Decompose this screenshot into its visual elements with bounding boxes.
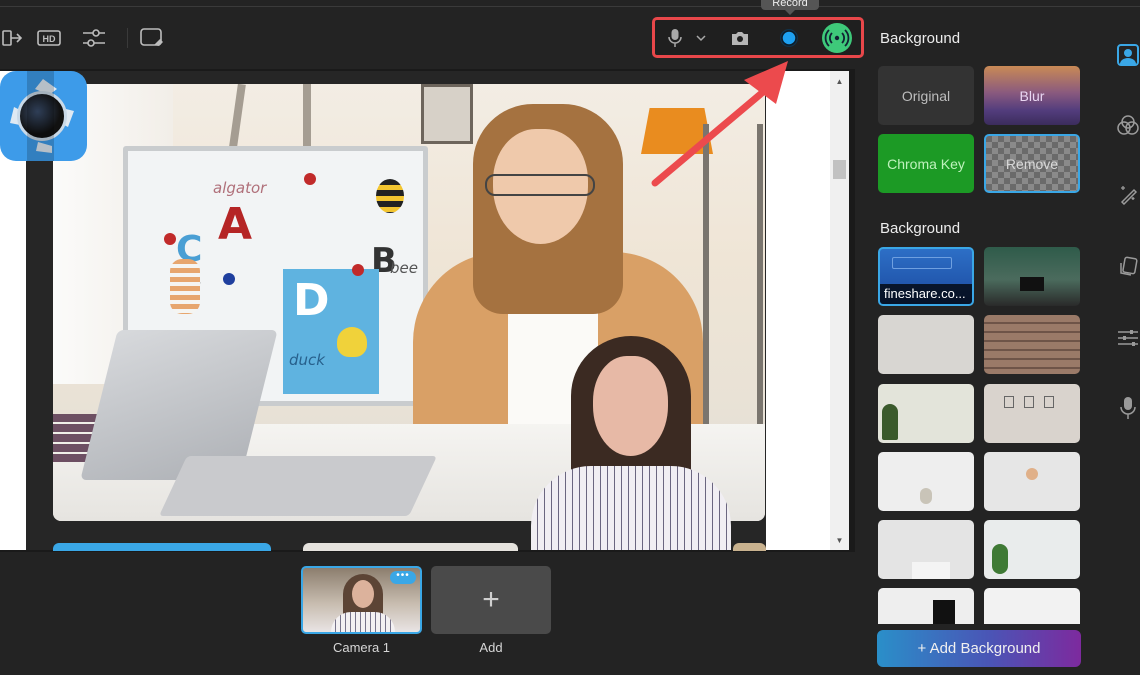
camera-thumb-body <box>331 612 395 632</box>
background-thumb-clock[interactable] <box>984 452 1080 511</box>
mode-chroma-key-label: Chroma Key <box>887 155 965 172</box>
wall-frame <box>421 84 473 144</box>
background-thumb-frames[interactable] <box>984 384 1080 443</box>
stage-scrollbar[interactable]: ▲ ▼ <box>830 71 849 550</box>
card-word-duck: duck <box>289 351 325 369</box>
easel-leg <box>303 84 311 154</box>
microphone-settings-icon[interactable] <box>1116 396 1140 420</box>
mode-remove-label: Remove <box>1005 155 1059 172</box>
exit-icon[interactable] <box>0 26 26 50</box>
source-camera-1[interactable]: ••• <box>301 566 422 634</box>
easel-leg <box>228 84 246 155</box>
tooltip-tail <box>785 10 795 15</box>
overlay-face <box>593 356 668 456</box>
scrollbar-thumb[interactable] <box>833 160 846 179</box>
eraser-canvas-icon[interactable] <box>139 26 165 50</box>
thumb-frame <box>1004 396 1014 408</box>
source-label-camera-1: Camera 1 <box>332 640 391 655</box>
top-divider <box>0 6 1140 7</box>
background-thumb-shelf-plant[interactable] <box>984 520 1080 579</box>
background-thumb-blackboard[interactable] <box>878 588 974 624</box>
mode-remove[interactable]: Remove <box>984 134 1080 193</box>
background-thumb-plant-wall[interactable] <box>878 384 974 443</box>
app-window: HD Record algator A C B bee D duck ▲ ▼ •… <box>0 0 1140 675</box>
settings-sliders-icon[interactable] <box>1116 326 1140 350</box>
add-background-button[interactable]: + Add Background <box>877 630 1081 667</box>
thumb-plant <box>882 404 898 440</box>
hd-icon[interactable]: HD <box>36 26 62 50</box>
app-logo <box>0 71 87 161</box>
background-thumb-brick[interactable] <box>984 315 1080 374</box>
background-thumb-cabinet[interactable] <box>878 520 974 579</box>
background-thumb-white-desk[interactable] <box>878 452 974 511</box>
thumb-blackboard <box>933 600 955 624</box>
mode-original-label: Original <box>901 87 951 104</box>
thumb-clock <box>1026 468 1038 480</box>
thumb-frame <box>1024 396 1034 408</box>
logo-shade <box>27 71 54 161</box>
thumb-plant <box>992 544 1008 574</box>
magnet <box>223 273 235 285</box>
thumb-decor <box>892 257 952 269</box>
toolbar-separator <box>127 28 128 48</box>
filters-icon[interactable] <box>1116 113 1140 137</box>
background-thumb-label: fineshare.co... <box>880 284 972 304</box>
adjustments-icon[interactable] <box>81 26 107 50</box>
laptop-base <box>159 456 437 516</box>
svg-text:HD: HD <box>43 34 56 44</box>
scene-thumbnail[interactable] <box>53 543 271 551</box>
background-thumb-plaster[interactable] <box>878 315 974 374</box>
record-icon[interactable] <box>777 26 801 50</box>
microphone-dropdown-chevron-icon[interactable] <box>693 26 709 50</box>
background-thumb-fineshare[interactable]: fineshare.co... <box>878 247 974 306</box>
mode-original[interactable]: Original <box>878 66 974 125</box>
thumb-frame <box>1044 396 1054 408</box>
plus-icon: + <box>482 583 500 616</box>
scroll-up-arrow-icon[interactable]: ▲ <box>830 73 849 89</box>
magic-wand-icon[interactable] <box>1116 182 1140 206</box>
mode-chroma-key[interactable]: Chroma Key <box>878 134 974 193</box>
add-source-label: Add <box>479 640 503 655</box>
camera-thumb-face <box>352 580 374 608</box>
more-options-icon[interactable]: ••• <box>390 571 416 584</box>
thumb-chair <box>920 488 932 504</box>
live-broadcast-icon[interactable] <box>821 22 853 54</box>
drawing-bee <box>376 179 404 213</box>
camera-overlay[interactable] <box>531 336 731 550</box>
background-gallery-title: Background <box>880 220 961 237</box>
magnet <box>352 264 364 276</box>
add-source-button[interactable]: + <box>431 566 551 634</box>
drawing-cat <box>170 259 200 314</box>
thumb-cabinet <box>912 562 950 579</box>
magnet <box>164 233 176 245</box>
record-tooltip: Record <box>761 0 819 10</box>
board-word-algator: algator <box>213 179 267 197</box>
scroll-down-arrow-icon[interactable]: ▼ <box>830 532 849 548</box>
capture-controls <box>652 17 864 58</box>
microphone-icon[interactable] <box>667 26 683 50</box>
background-thumb-minimal[interactable] <box>984 588 1080 624</box>
board-letter-a: A <box>218 199 253 250</box>
mode-blur[interactable]: Blur <box>984 66 1080 125</box>
scene-thumbnail[interactable] <box>733 543 766 551</box>
stickers-icon[interactable] <box>1116 254 1140 278</box>
scene-thumbnail[interactable] <box>303 543 518 551</box>
thumb-monitor <box>1020 277 1044 291</box>
magnet <box>304 173 316 185</box>
background-mode-title: Background <box>880 30 961 47</box>
card-letter-d: D <box>293 275 330 326</box>
letter-card-d: D duck <box>283 269 379 394</box>
drawing-duck <box>337 327 367 357</box>
person-background-icon[interactable] <box>1116 43 1140 67</box>
mode-blur-label: Blur <box>1019 87 1045 104</box>
camera-snapshot-icon[interactable] <box>725 26 755 50</box>
overlay-body <box>531 466 731 550</box>
board-word-bee: bee <box>390 259 418 277</box>
teacher-glasses <box>485 174 595 196</box>
background-thumb-office-window[interactable] <box>984 247 1080 306</box>
